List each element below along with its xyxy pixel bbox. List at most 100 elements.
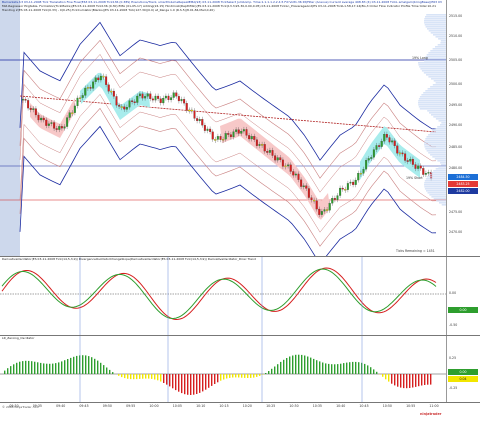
candle (240, 131, 243, 134)
ninjatrader-logo: ninjatrader (420, 412, 442, 416)
candle (401, 152, 404, 155)
profile-bar (430, 50, 446, 52)
profile-bar (434, 158, 446, 160)
histogram-bar (106, 367, 108, 374)
histogram-bar (31, 361, 33, 374)
price-badge-bid: 2484.50 (448, 174, 478, 180)
copyright: © 2008 NinjaTrader, LLC (2, 405, 39, 409)
histogram-bar (25, 360, 27, 374)
profile-bar (418, 64, 446, 66)
histogram-bar (43, 363, 45, 374)
candle (84, 87, 87, 96)
histogram-bar (91, 357, 93, 374)
candle (365, 160, 368, 170)
derivative-oscillator-pane[interactable]: DerivativeOscillator(ES 03-11-2008 Tick(… (0, 257, 480, 335)
profile-bar (427, 110, 446, 112)
histogram-bar (280, 361, 282, 374)
price-plot[interactable] (0, 0, 446, 256)
histogram-bar (133, 374, 135, 380)
histogram-bar (94, 358, 96, 374)
price-axis[interactable]: 2515.00 2510.00 2505.00 2500.00 2495.00 … (446, 0, 480, 256)
candle (27, 100, 30, 109)
histogram-bar (331, 364, 333, 374)
profile-bar (426, 136, 446, 138)
profile-bar (419, 96, 446, 98)
lr-zeroing-plot[interactable] (0, 336, 446, 402)
candle (32, 108, 35, 110)
histogram-bar (295, 354, 297, 374)
histogram-bar (229, 374, 231, 378)
histogram-bar (217, 374, 219, 383)
profile-bar (431, 196, 446, 198)
histogram-bar (397, 374, 399, 387)
indicator-header-line3: Trendlog 2(ES 03-11-2008 Tick(0.33) - 0(… (2, 8, 215, 12)
histogram-bar (259, 374, 261, 376)
candle (201, 119, 204, 126)
time-label: 10:50 (382, 404, 392, 408)
derivative-oscillator-plot[interactable] (0, 257, 446, 335)
histogram-bar (421, 374, 423, 386)
histogram-bar (46, 363, 48, 374)
histogram-bar (181, 374, 183, 394)
profile-bar (439, 202, 446, 204)
osc1-axis[interactable]: 0.00 -0.25 -0.50 (446, 257, 480, 335)
histogram-bar (13, 364, 15, 374)
candle (253, 136, 256, 140)
price-pane[interactable]: Bamarkets.tct 03-11-2008 Tick Translatio… (0, 0, 480, 256)
histogram-bar (301, 354, 303, 374)
profile-bar (425, 148, 446, 150)
osc1-axis-label: 0.00 (449, 291, 457, 295)
histogram-bar (28, 360, 30, 374)
candle (424, 173, 427, 175)
profile-bar (424, 140, 446, 142)
profile-bar (424, 182, 446, 184)
candle (172, 92, 175, 98)
profile-bar (428, 134, 446, 136)
histogram-bar (85, 355, 87, 374)
histogram-bar (325, 363, 327, 374)
profile-bar (430, 32, 446, 34)
osc2-value-badge: 0.00 (448, 369, 478, 375)
profile-bar (424, 146, 446, 148)
lr-zeroing-pane[interactable]: LR_Zeroing_Oscillator 0.25 0.00 -0.25 0.… (0, 336, 480, 402)
histogram-bar (412, 374, 414, 388)
profile-bar (426, 54, 446, 56)
histogram-bar (403, 374, 405, 389)
candle (68, 112, 71, 118)
time-label: 11:00 (429, 404, 439, 408)
histogram-bar (328, 363, 330, 374)
candle (60, 126, 63, 129)
histogram-bar (430, 374, 432, 385)
histogram-bar (7, 368, 9, 374)
candle (268, 150, 271, 153)
histogram-bar (388, 374, 390, 382)
candle (287, 164, 290, 167)
histogram-bar (307, 356, 309, 374)
candle (110, 90, 113, 93)
osc1-value-badge: 0.00 (448, 307, 478, 313)
histogram-bar (340, 363, 342, 374)
candle (183, 99, 186, 104)
chart-window: Bamarkets.tct 03-11-2008 Tick Translatio… (0, 0, 480, 424)
histogram-bar (130, 374, 132, 380)
profile-bar (434, 128, 446, 130)
histogram-bar (349, 362, 351, 374)
candle (323, 209, 326, 212)
candle (224, 133, 227, 140)
lower-band-3 (19, 93, 437, 233)
candle (307, 188, 310, 198)
candle (42, 117, 45, 121)
candle (232, 131, 235, 138)
price-label: 2500.00 (449, 82, 463, 86)
histogram-bar (112, 372, 114, 374)
candle (24, 99, 27, 101)
candle (313, 199, 316, 202)
candle (45, 119, 48, 126)
candle (315, 200, 318, 210)
histogram-bar (187, 374, 189, 395)
profile-bar (418, 104, 446, 106)
candle (193, 110, 196, 119)
histogram-bar (358, 362, 360, 374)
time-axis[interactable]: 09:30 09:35 09:40 09:45 09:50 09:55 10:00 10:05… (0, 402, 446, 412)
candle (354, 179, 357, 185)
